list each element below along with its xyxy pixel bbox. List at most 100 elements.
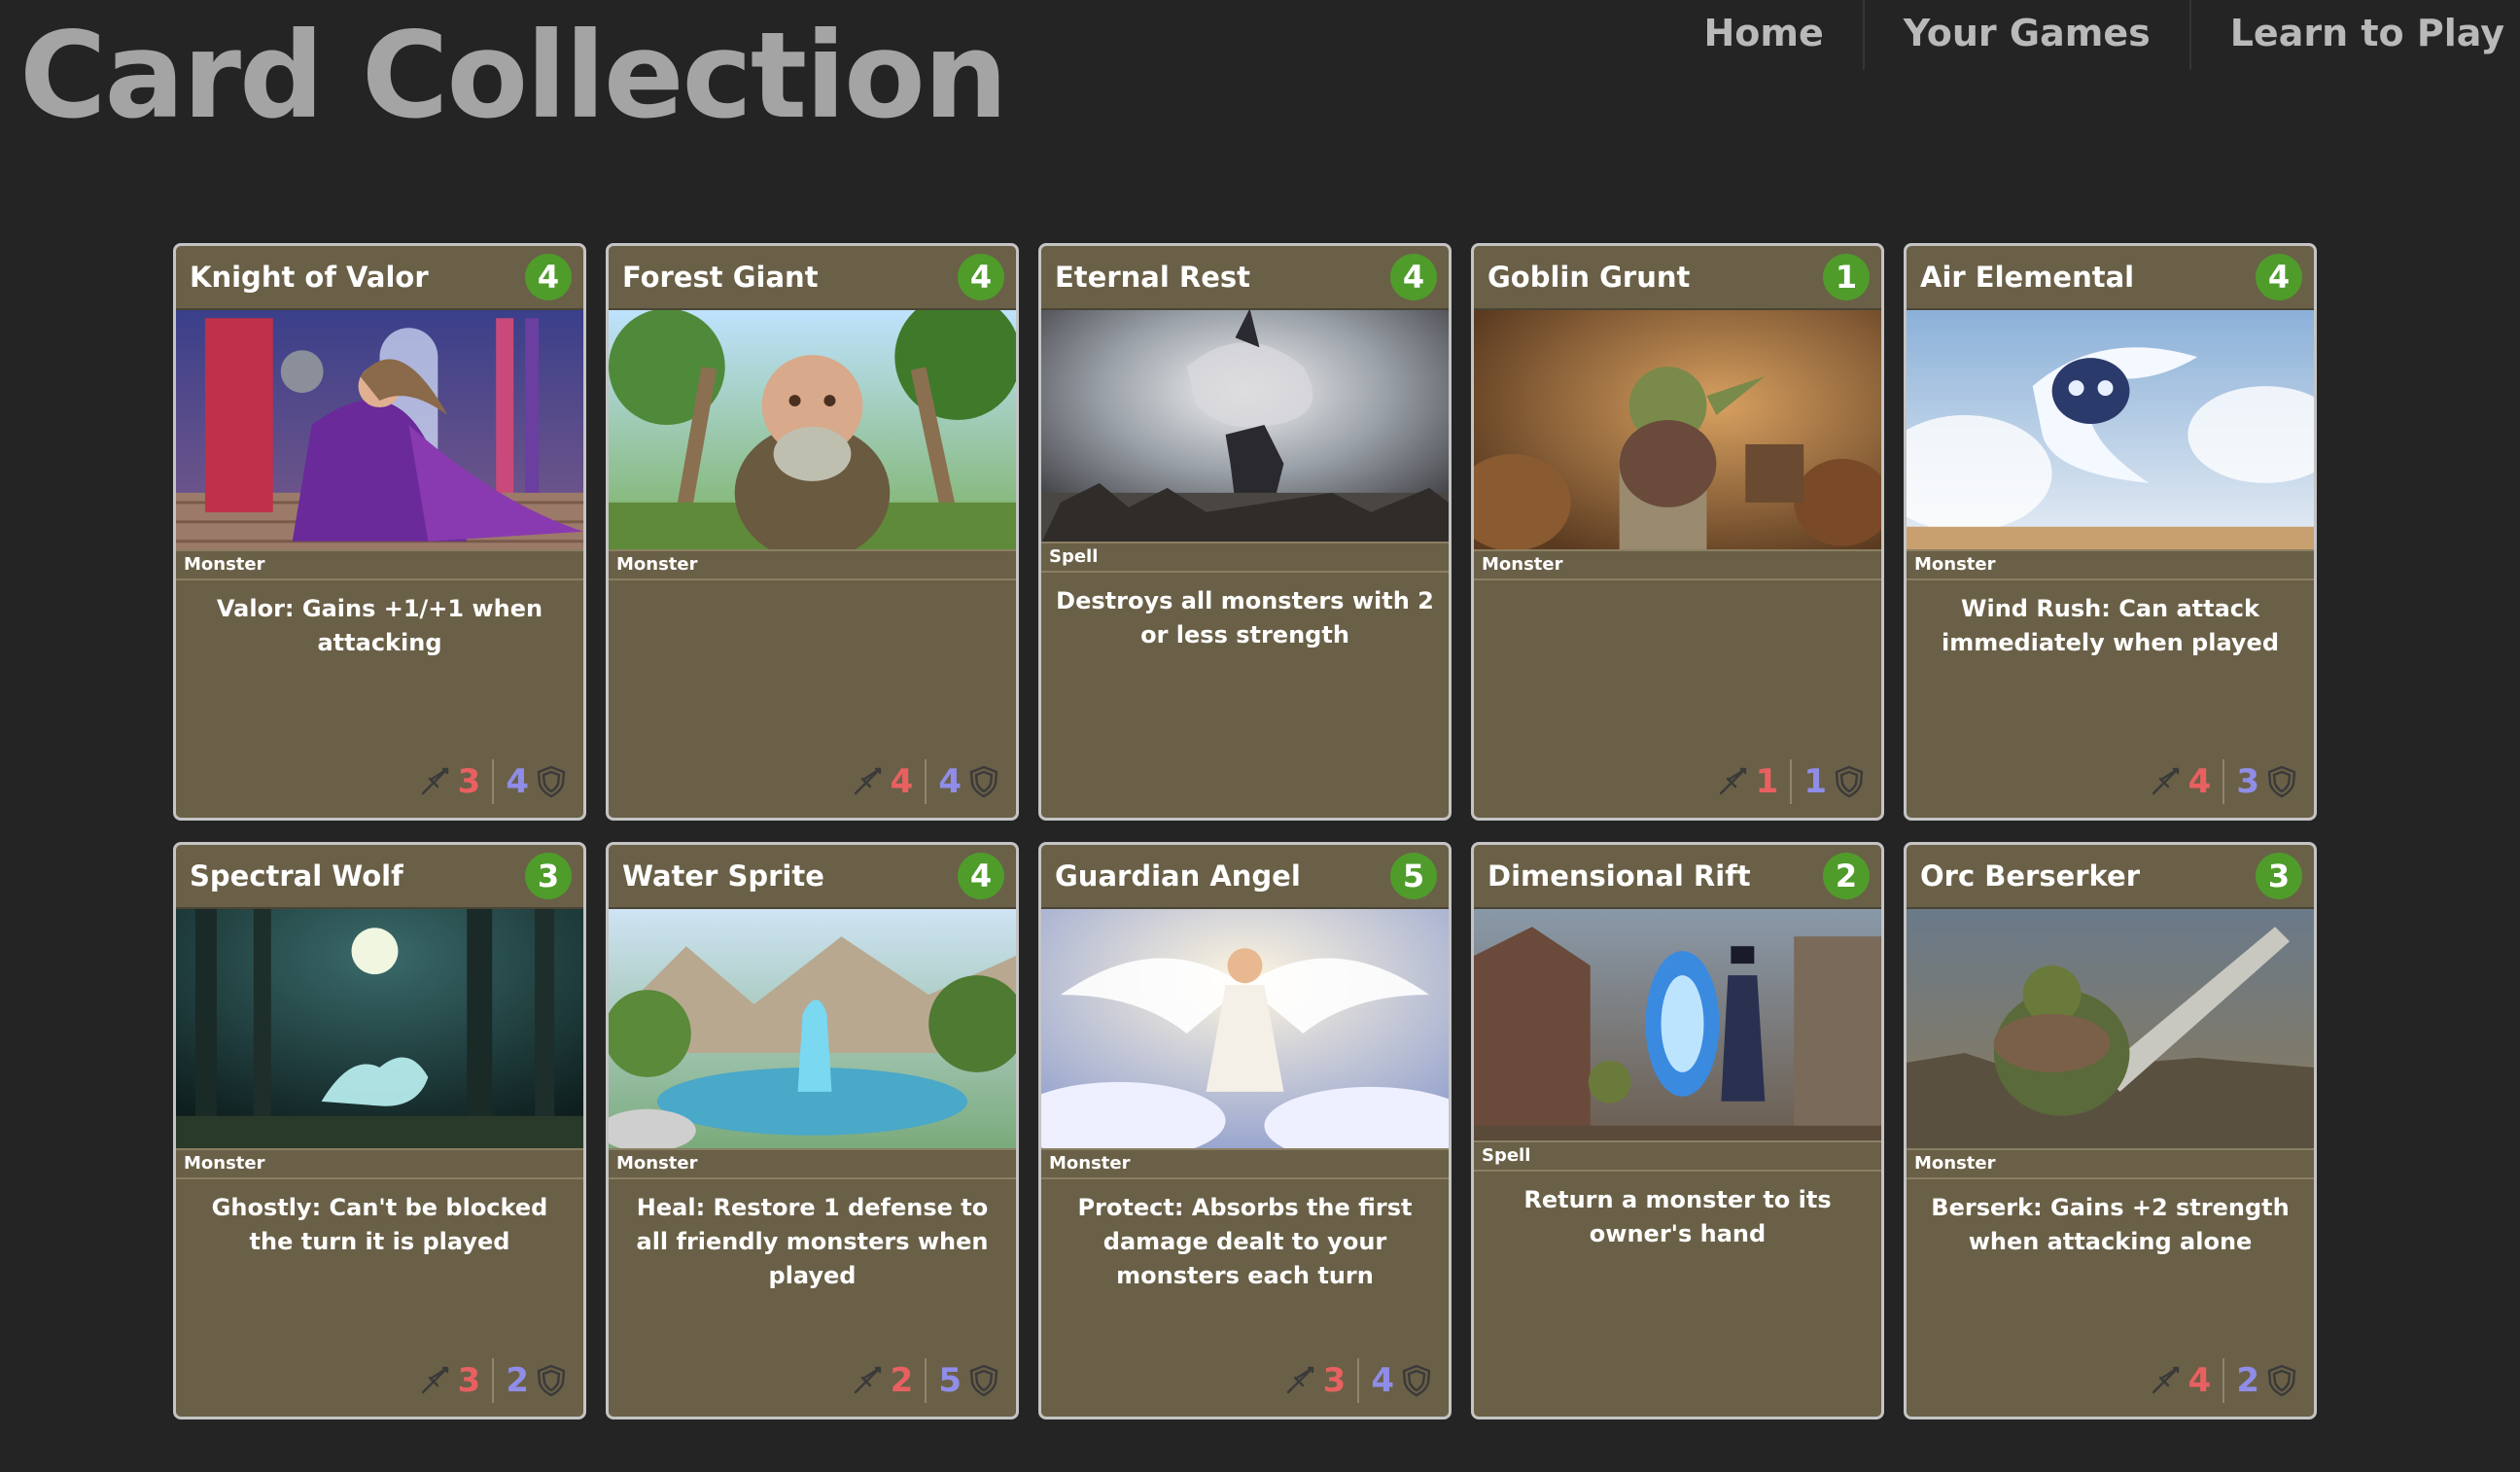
card-header: Orc Berserker 3 xyxy=(1907,845,2314,907)
attack-value: 1 xyxy=(1755,762,1779,801)
nav-your-games[interactable]: Your Games xyxy=(1862,0,2189,70)
stat-divider xyxy=(1790,759,1793,804)
card-ability-text: Heal: Restore 1 defense to all friendly … xyxy=(636,1194,989,1289)
card-ability-text: Berserk: Gains +2 strength when attackin… xyxy=(1931,1194,2290,1255)
card-name: Goblin Grunt xyxy=(1488,261,1691,294)
card-type: Monster xyxy=(1907,1150,2314,1179)
defense-value: 4 xyxy=(938,762,962,801)
card-dimensional-rift[interactable]: Dimensional Rift 2 Spell Return a monste… xyxy=(1471,842,1884,1419)
card-header: Air Elemental 4 xyxy=(1907,246,2314,308)
card-name: Orc Berserker xyxy=(1920,859,2141,893)
shield-icon xyxy=(535,764,568,799)
card-header: Spectral Wolf 3 xyxy=(176,845,583,907)
card-ability-text: Destroys all monsters with 2 or less str… xyxy=(1056,587,1434,648)
shield-icon xyxy=(967,764,1000,799)
defense-value: 2 xyxy=(2236,1361,2259,1400)
card-grid: Knight of Valor 4 Monster Valor: Gains +… xyxy=(173,243,2317,1419)
card-header: Goblin Grunt 1 xyxy=(1474,246,1881,308)
card-stats: 4 3 xyxy=(2148,759,2298,804)
card-ability-text xyxy=(609,580,1016,592)
attack-stat: 4 xyxy=(850,762,913,801)
card-header: Knight of Valor 4 xyxy=(176,246,583,308)
attack-value: 2 xyxy=(890,1361,914,1400)
card-header: Water Sprite 4 xyxy=(609,845,1016,907)
stat-divider xyxy=(492,1358,495,1403)
defense-value: 4 xyxy=(1371,1361,1394,1400)
card-name: Guardian Angel xyxy=(1055,859,1301,893)
page-title: Card Collection xyxy=(19,7,1008,145)
defense-stat: 4 xyxy=(938,762,1000,801)
attack-stat: 2 xyxy=(850,1361,914,1400)
cost-badge: 4 xyxy=(2256,254,2302,300)
defense-value: 1 xyxy=(1803,762,1827,801)
card-type: Spell xyxy=(1041,543,1449,573)
sword-icon xyxy=(2148,1363,2183,1398)
shield-icon xyxy=(2265,1363,2298,1398)
card-art-image xyxy=(609,308,1016,551)
stat-divider xyxy=(1357,1358,1360,1403)
card-water-sprite[interactable]: Water Sprite 4 Monster Heal: Restore 1 d… xyxy=(606,842,1019,1419)
card-name: Spectral Wolf xyxy=(190,859,403,893)
attack-value: 3 xyxy=(1322,1361,1347,1400)
card-forest-giant[interactable]: Forest Giant 4 Monster 4 4 xyxy=(606,243,1019,821)
nav-home[interactable]: Home xyxy=(1664,0,1862,70)
card-name: Forest Giant xyxy=(622,261,819,294)
shield-icon xyxy=(1833,764,1866,799)
card-header: Guardian Angel 5 xyxy=(1041,845,1449,907)
attack-value: 3 xyxy=(457,1361,481,1400)
attack-value: 3 xyxy=(457,762,481,801)
attack-value: 4 xyxy=(2188,762,2212,801)
sword-icon xyxy=(417,764,452,799)
defense-stat: 5 xyxy=(938,1361,1000,1400)
card-type: Monster xyxy=(176,551,583,580)
shield-icon xyxy=(535,1363,568,1398)
card-guardian-angel[interactable]: Guardian Angel 5 Monster Protect: Absorb… xyxy=(1038,842,1452,1419)
card-type: Monster xyxy=(1041,1150,1449,1179)
cost-badge: 4 xyxy=(525,254,572,300)
card-type: Monster xyxy=(1907,551,2314,580)
card-air-elemental[interactable]: Air Elemental 4 Monster Wind Rush: Can a… xyxy=(1904,243,2317,821)
card-header: Forest Giant 4 xyxy=(609,246,1016,308)
card-stats: 3 4 xyxy=(1282,1358,1433,1403)
attack-stat: 3 xyxy=(1282,1361,1347,1400)
card-ability-text: Protect: Absorbs the first damage dealt … xyxy=(1077,1194,1413,1289)
stat-divider xyxy=(492,759,495,804)
card-spectral-wolf[interactable]: Spectral Wolf 3 Monster Ghostly: Can't b… xyxy=(173,842,586,1419)
shield-icon xyxy=(967,1363,1000,1398)
attack-value: 4 xyxy=(2188,1361,2212,1400)
cost-badge: 1 xyxy=(1823,254,1870,300)
defense-value: 5 xyxy=(938,1361,962,1400)
card-type: Spell xyxy=(1474,1142,1881,1172)
card-ability-text xyxy=(1474,580,1881,592)
defense-stat: 2 xyxy=(506,1361,568,1400)
card-art-image xyxy=(1907,907,2314,1150)
card-knight-of-valor[interactable]: Knight of Valor 4 Monster Valor: Gains +… xyxy=(173,243,586,821)
sword-icon xyxy=(1715,764,1750,799)
defense-stat: 4 xyxy=(506,762,568,801)
card-name: Dimensional Rift xyxy=(1488,859,1751,893)
card-goblin-grunt[interactable]: Goblin Grunt 1 Monster 1 1 xyxy=(1471,243,1884,821)
card-name: Eternal Rest xyxy=(1055,261,1251,294)
cost-badge: 4 xyxy=(958,853,1004,899)
card-stats: 4 4 xyxy=(850,759,1000,804)
sword-icon xyxy=(1282,1363,1317,1398)
nav-learn-to-play[interactable]: Learn to Play xyxy=(2188,0,2520,70)
card-name: Water Sprite xyxy=(622,859,824,893)
stat-divider xyxy=(925,1358,928,1403)
card-art-image xyxy=(1041,308,1449,543)
card-type: Monster xyxy=(609,1150,1016,1179)
shield-icon xyxy=(2265,764,2298,799)
defense-value: 3 xyxy=(2236,762,2259,801)
card-name: Air Elemental xyxy=(1920,261,2135,294)
stat-divider xyxy=(2222,1358,2225,1403)
defense-value: 2 xyxy=(506,1361,529,1400)
card-eternal-rest[interactable]: Eternal Rest 4 Spell Destroys all monste… xyxy=(1038,243,1452,821)
card-orc-berserker[interactable]: Orc Berserker 3 Monster Berserk: Gains +… xyxy=(1904,842,2317,1419)
attack-stat: 3 xyxy=(417,1361,481,1400)
sword-icon xyxy=(850,1363,885,1398)
cost-badge: 4 xyxy=(958,254,1004,300)
sword-icon xyxy=(850,764,885,799)
card-art-image xyxy=(1907,308,2314,551)
defense-stat: 1 xyxy=(1803,762,1866,801)
card-name: Knight of Valor xyxy=(190,261,429,294)
